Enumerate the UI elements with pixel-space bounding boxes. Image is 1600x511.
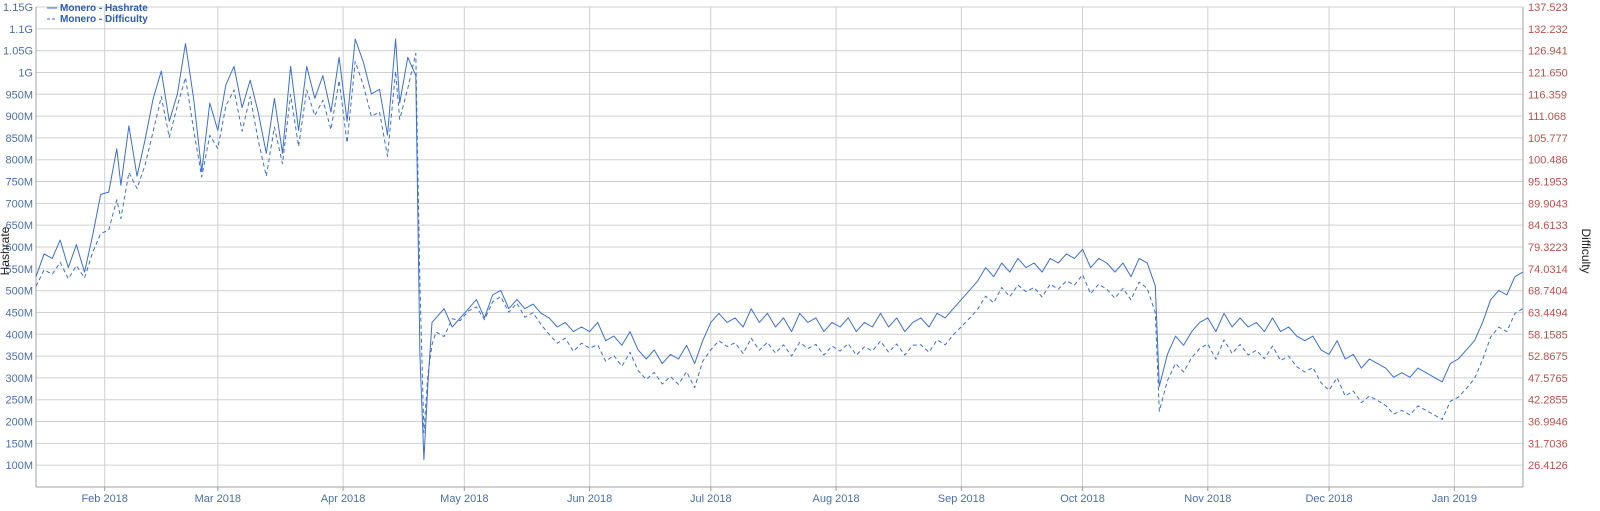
y2-axis-title: Difficulty <box>1579 228 1593 273</box>
legend-label: Monero - Hashrate <box>60 3 148 14</box>
y-tick-label: 400M <box>5 329 33 341</box>
x-tick-label: Jul 2018 <box>690 493 732 505</box>
y-tick-label: 150M <box>5 438 33 450</box>
y2-tick-label: 137.523 <box>1528 2 1568 14</box>
y2-tick-label: 74.0314 <box>1528 264 1568 276</box>
y-tick-label: 900M <box>5 111 33 123</box>
chart-container: 100M 26.4126 150M 31.7036 200M 36.9946 250M 42.… <box>0 0 1600 511</box>
x-tick-label: Mar 2018 <box>195 493 241 505</box>
y-tick-label: 200M <box>5 417 33 429</box>
y2-tick-label: 132.232 <box>1528 24 1568 36</box>
y-tick-label: 700M <box>5 198 33 210</box>
y2-tick-label: 31.7036 <box>1528 438 1568 450</box>
x-tick-label: Dec 2018 <box>1305 493 1352 505</box>
y2-tick-label: 26.4126 <box>1528 460 1568 472</box>
x-tick-label: Sep 2018 <box>938 493 985 505</box>
difficulty-line <box>35 52 1524 434</box>
y2-tick-label: 47.5765 <box>1528 373 1568 385</box>
y-tick-label: 450M <box>5 307 33 319</box>
grid <box>36 6 1523 487</box>
hashrate-difficulty-chart: 100M 26.4126 150M 31.7036 200M 36.9946 250M 42.… <box>0 2 1593 505</box>
y-tick-label: 300M <box>5 373 33 385</box>
y-tick-label: 100M <box>5 460 33 472</box>
y2-tick-label: 95.1953 <box>1528 177 1568 189</box>
axes: 100M 26.4126 150M 31.7036 200M 36.9946 250M 42.… <box>3 2 1568 505</box>
y2-tick-label: 52.8675 <box>1528 351 1568 363</box>
y-axis-title: Hashrate <box>0 226 12 275</box>
x-tick-label: Aug 2018 <box>813 493 860 505</box>
y-tick-label: 950M <box>5 89 33 101</box>
x-tick-label: Oct 2018 <box>1060 493 1105 505</box>
y2-tick-label: 79.3223 <box>1528 242 1568 254</box>
x-tick-label: May 2018 <box>440 493 488 505</box>
series <box>35 38 1524 461</box>
y2-tick-label: 89.9043 <box>1528 198 1568 210</box>
y2-tick-label: 42.2855 <box>1528 395 1568 407</box>
y2-tick-label: 58.1585 <box>1528 329 1568 341</box>
y-tick-label: 750M <box>5 177 33 189</box>
x-tick-label: Feb 2018 <box>81 493 127 505</box>
y-tick-label: 850M <box>5 133 33 145</box>
y2-tick-label: 111.068 <box>1528 111 1566 123</box>
y2-tick-label: 36.9946 <box>1528 417 1568 429</box>
y-tick-label: 800M <box>5 155 33 167</box>
y2-tick-label: 63.4494 <box>1528 307 1568 319</box>
y2-tick-label: 121.650 <box>1528 67 1568 79</box>
y2-tick-label: 68.7404 <box>1528 286 1568 298</box>
y-tick-label: 500M <box>5 286 33 298</box>
y2-tick-label: 105.777 <box>1528 133 1568 145</box>
y-tick-label: 250M <box>5 395 33 407</box>
y-tick-label: 350M <box>5 351 33 363</box>
x-tick-label: Apr 2018 <box>321 493 366 505</box>
y2-tick-label: 116.359 <box>1528 89 1567 101</box>
legend-label: Monero - Difficulty <box>60 14 148 25</box>
y-tick-label: 1.15G <box>3 2 33 14</box>
y2-tick-label: 84.6133 <box>1528 220 1568 232</box>
x-tick-label: Nov 2018 <box>1184 493 1231 505</box>
x-tick-label: Jan 2019 <box>1432 493 1477 505</box>
y-tick-label: 1G <box>18 67 33 79</box>
y-tick-label: 1.05G <box>3 46 33 58</box>
y2-tick-label: 126.941 <box>1528 46 1568 58</box>
legend: Monero - HashrateMonero - Difficulty <box>47 3 148 25</box>
y2-tick-label: 100.486 <box>1528 155 1568 167</box>
hashrate-line <box>35 38 1524 461</box>
y-tick-label: 1.1G <box>9 24 33 36</box>
x-tick-label: Jun 2018 <box>567 493 612 505</box>
